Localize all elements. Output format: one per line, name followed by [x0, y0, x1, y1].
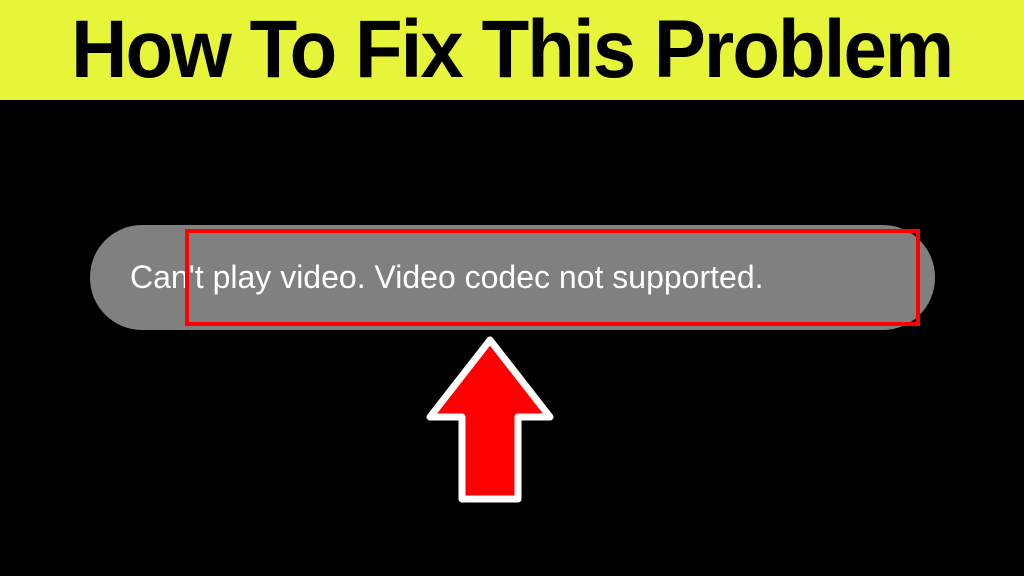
toast-message: Can't play video. Video codec not suppor…	[130, 258, 764, 296]
toast-container: Can't play video. Video codec not suppor…	[90, 225, 935, 330]
arrow-indicator	[420, 332, 560, 507]
title-banner: How To Fix This Problem	[0, 0, 1024, 100]
up-arrow-icon	[420, 332, 560, 507]
toast-notification: Can't play video. Video codec not suppor…	[90, 225, 935, 330]
banner-title: How To Fix This Problem	[71, 3, 952, 97]
